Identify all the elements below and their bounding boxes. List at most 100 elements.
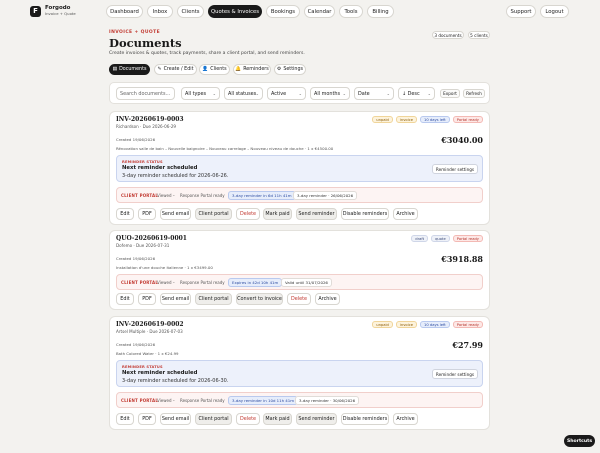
sort-field-value: Date bbox=[358, 90, 370, 97]
status-chips: draft quote Portal ready bbox=[411, 235, 483, 242]
nav-tools[interactable]: Tools bbox=[339, 5, 363, 18]
search-input[interactable]: Search documents... bbox=[116, 87, 175, 100]
sort-order-value: ↓ Desc bbox=[402, 90, 420, 97]
document-icon: ▤ bbox=[112, 67, 118, 72]
nav-quotes-invoices[interactable]: Quotes & Invoices bbox=[208, 5, 262, 18]
shortcuts-button[interactable]: Shortcuts bbox=[564, 435, 595, 447]
disable-reminders-button[interactable]: Disable reminders bbox=[341, 208, 389, 220]
edit-button[interactable]: Edit bbox=[116, 293, 134, 305]
document-amount: €27.99 bbox=[452, 340, 483, 350]
refresh-button[interactable]: Refresh bbox=[463, 89, 485, 98]
reminder-text: 3-day reminder scheduled for 2026-06-26. bbox=[122, 173, 229, 179]
delete-button[interactable]: Delete bbox=[287, 293, 311, 305]
send-email-button[interactable]: Send email bbox=[160, 413, 191, 425]
archive-button[interactable]: Archive bbox=[315, 293, 340, 305]
sort-field-select[interactable]: Date ⌄ bbox=[354, 87, 394, 100]
client-portal-button[interactable]: Client portal bbox=[195, 208, 232, 220]
reminder-settings-button[interactable]: Reminder settings bbox=[432, 164, 478, 174]
nav-inbox[interactable]: Inbox bbox=[147, 5, 173, 18]
document-card: INV-20260619-0003 Richardson · Due 2026-… bbox=[109, 111, 490, 225]
page-subtitle: Create invoices & quotes, track payments… bbox=[109, 51, 305, 56]
reminder-settings-button[interactable]: Reminder settings bbox=[432, 369, 478, 379]
gear-icon: ⚙ bbox=[277, 67, 282, 72]
tab-reminders[interactable]: 🔔 Reminders bbox=[233, 64, 271, 75]
mark-paid-button[interactable]: Mark paid bbox=[263, 208, 292, 220]
active-select[interactable]: Active ⌄ bbox=[267, 87, 306, 100]
reminder-heading: Next reminder scheduled bbox=[122, 165, 198, 171]
response-status: Response Portal ready bbox=[180, 398, 225, 403]
document-number[interactable]: QUO-20260619-0001 bbox=[116, 235, 187, 242]
document-number[interactable]: INV-20260619-0002 bbox=[116, 321, 184, 328]
client-portal-label: CLIENT PORTAL bbox=[121, 193, 159, 198]
pdf-button[interactable]: PDF bbox=[138, 413, 156, 425]
reminder-status-label: REMINDER STATUS bbox=[122, 160, 163, 164]
client-portal-button[interactable]: Client portal bbox=[195, 413, 232, 425]
chevron-down-icon: ⌄ bbox=[255, 91, 259, 96]
viewed-status: Viewed – bbox=[157, 280, 175, 285]
archive-button[interactable]: Archive bbox=[393, 413, 418, 425]
nav-billing[interactable]: Billing bbox=[367, 5, 394, 18]
document-amount: €3040.00 bbox=[441, 135, 483, 145]
bell-icon: 🔔 bbox=[235, 67, 242, 72]
delete-button[interactable]: Delete bbox=[236, 208, 260, 220]
types-select-value: All types bbox=[185, 90, 207, 97]
document-number[interactable]: INV-20260619-0003 bbox=[116, 116, 184, 123]
line-items: Installation d'une douche italienne · 1 … bbox=[116, 265, 213, 270]
edit-button[interactable]: Edit bbox=[116, 413, 134, 425]
response-status: Response Portal ready bbox=[180, 280, 225, 285]
nav-clients[interactable]: Clients bbox=[177, 5, 204, 18]
nav-dashboard[interactable]: Dashboard bbox=[106, 5, 143, 18]
export-button[interactable]: Export bbox=[440, 89, 460, 98]
nav-support[interactable]: Support bbox=[506, 5, 536, 18]
statuses-select[interactable]: All statuses ⌄ bbox=[224, 87, 263, 100]
logout-button[interactable]: Logout bbox=[540, 5, 569, 18]
tab-create-edit[interactable]: ✎ Create / Edit bbox=[154, 64, 197, 75]
user-icon: 👤 bbox=[202, 67, 209, 72]
pdf-button[interactable]: PDF bbox=[138, 208, 156, 220]
statuses-select-value: All statuses bbox=[228, 90, 257, 97]
send-reminder-button[interactable]: Send reminder bbox=[296, 413, 337, 425]
portal-badge: Portal ready bbox=[452, 321, 483, 328]
send-email-button[interactable]: Send email bbox=[160, 293, 191, 305]
client-portal-row: CLIENT PORTAL Viewed – Response Portal r… bbox=[116, 392, 483, 408]
mark-paid-button[interactable]: Mark paid bbox=[263, 413, 292, 425]
send-reminder-button[interactable]: Send reminder bbox=[296, 208, 337, 220]
archive-button[interactable]: Archive bbox=[393, 208, 418, 220]
status-chips: unpaid invoice 10 days left Portal ready bbox=[372, 321, 483, 328]
types-select[interactable]: All types ⌄ bbox=[181, 87, 220, 100]
chevron-down-icon: ⌄ bbox=[386, 91, 390, 96]
breadcrumb: INVOICE + QUOTE bbox=[109, 30, 161, 35]
send-email-button[interactable]: Send email bbox=[160, 208, 191, 220]
expiry-countdown: Expires in 42d 10h 41m bbox=[228, 278, 283, 287]
document-meta: Dofemo · Due 2026-07-31 bbox=[116, 243, 170, 248]
active-select-value: Active bbox=[271, 90, 287, 97]
status-badge: unpaid bbox=[372, 116, 393, 123]
delete-button[interactable]: Delete bbox=[236, 413, 260, 425]
type-badge: invoice bbox=[395, 116, 418, 123]
pdf-button[interactable]: PDF bbox=[138, 293, 156, 305]
type-badge: invoice bbox=[395, 321, 418, 328]
tab-clients[interactable]: 👤 Clients bbox=[199, 64, 230, 75]
sort-order-select[interactable]: ↓ Desc ⌄ bbox=[398, 87, 435, 100]
convert-to-invoice-button[interactable]: Convert to invoice bbox=[236, 293, 283, 305]
nav-bookings[interactable]: Bookings bbox=[266, 5, 300, 18]
client-portal-button[interactable]: Client portal bbox=[195, 293, 232, 305]
created-date: Created 19/06/2026 bbox=[116, 342, 156, 347]
document-amount: €3918.88 bbox=[441, 254, 483, 264]
tab-documents[interactable]: ▤ Documents bbox=[109, 64, 150, 75]
logo-icon: F bbox=[30, 5, 41, 17]
tab-settings[interactable]: ⚙ Settings bbox=[274, 64, 306, 75]
portal-badge: Portal ready bbox=[452, 116, 483, 123]
nav-calendar[interactable]: Calendar bbox=[304, 5, 335, 18]
due-badge: 10 days left bbox=[420, 116, 450, 123]
edit-button[interactable]: Edit bbox=[116, 208, 134, 220]
filter-bar: Search documents... All types ⌄ All statu… bbox=[109, 82, 490, 104]
status-badge: unpaid bbox=[372, 321, 393, 328]
reminder-heading: Next reminder scheduled bbox=[122, 370, 198, 376]
disable-reminders-button[interactable]: Disable reminders bbox=[341, 413, 389, 425]
status-chips: unpaid invoice 10 days left Portal ready bbox=[372, 116, 483, 123]
chevron-down-icon: ⌄ bbox=[212, 91, 216, 96]
months-select[interactable]: All months ⌄ bbox=[310, 87, 350, 100]
tab-documents-label: Documents bbox=[119, 67, 147, 72]
type-badge: quote bbox=[431, 235, 450, 242]
